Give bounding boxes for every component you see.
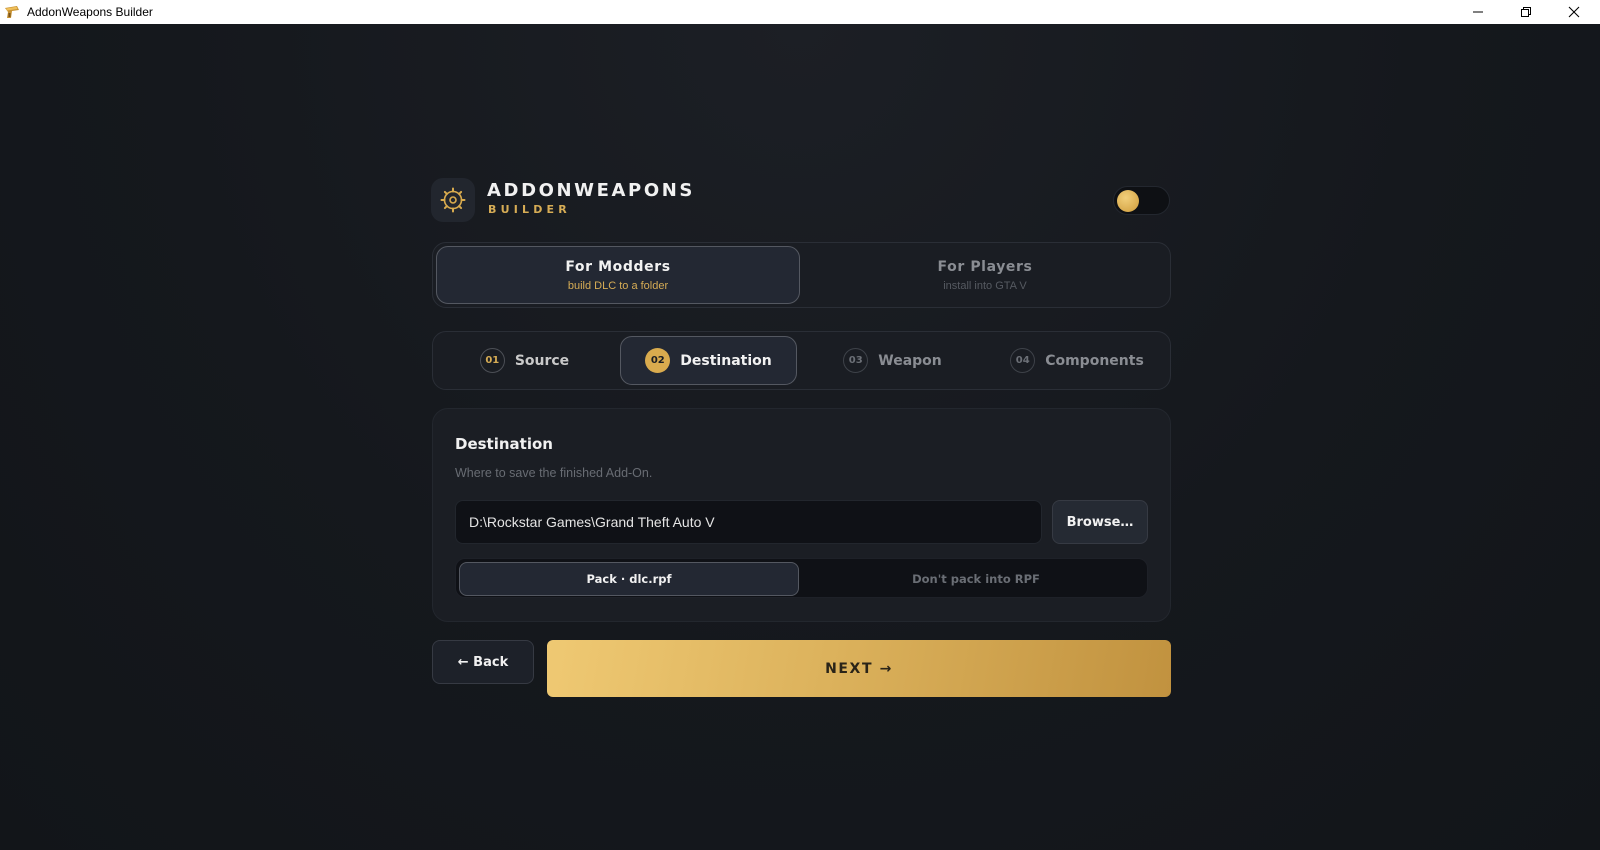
brand-subtitle: BUILDER (488, 203, 571, 216)
step-number-badge: 04 (1010, 348, 1036, 373)
mode-option-label: For Modders (565, 258, 671, 275)
mode-option-description: install into GTA V (943, 279, 1027, 292)
mode-option-label: For Players (937, 258, 1033, 275)
destination-path-input[interactable] (455, 500, 1042, 544)
pack-option-dlc-rpf[interactable]: Pack · dlc.rpf (459, 562, 799, 596)
back-button[interactable]: ← Back (432, 640, 534, 684)
wizard-steps: 01 Source 02 Destination 03 Weapon 04 Co… (432, 331, 1171, 390)
toggle-knob (1117, 190, 1139, 212)
restore-icon[interactable] (1502, 0, 1550, 24)
mode-option-description: build DLC to a folder (567, 279, 669, 292)
step-label: Destination (680, 352, 772, 369)
close-icon[interactable] (1550, 0, 1598, 24)
mode-selector: For Modders build DLC to a folder For Pl… (432, 242, 1171, 308)
next-button[interactable]: NEXT → (547, 640, 1171, 697)
step-label: Weapon (878, 352, 942, 369)
browse-button[interactable]: Browse… (1052, 500, 1148, 544)
step-number-badge: 03 (843, 348, 869, 373)
mode-option-modders[interactable]: For Modders build DLC to a folder (436, 246, 800, 304)
card-title: Destination (455, 435, 553, 453)
pack-option-no-rpf[interactable]: Don't pack into RPF (806, 562, 1146, 596)
mode-option-players[interactable]: For Players install into GTA V (803, 246, 1167, 304)
crosshair-gear-icon (431, 178, 475, 222)
minimize-icon[interactable] (1454, 0, 1502, 24)
step-weapon[interactable]: 03 Weapon (805, 336, 980, 385)
pistol-icon (4, 4, 20, 20)
step-label: Source (514, 352, 570, 369)
step-source[interactable]: 01 Source (437, 336, 612, 385)
card-description: Where to save the finished Add-On. (455, 466, 653, 480)
step-components[interactable]: 04 Components (988, 336, 1166, 385)
window-title-bar: AddonWeapons Builder (0, 0, 1600, 24)
step-destination[interactable]: 02 Destination (620, 336, 797, 385)
window-title: AddonWeapons Builder (27, 5, 153, 19)
brand-name: ADDONWEAPONS (487, 180, 695, 201)
step-label: Components (1045, 352, 1144, 369)
destination-card: Destination Where to save the finished A… (432, 408, 1171, 622)
theme-toggle[interactable] (1113, 186, 1170, 215)
step-number-badge: 02 (645, 348, 671, 373)
pack-mode-toggle: Pack · dlc.rpf Don't pack into RPF (455, 558, 1148, 598)
step-number-badge: 01 (479, 348, 505, 373)
